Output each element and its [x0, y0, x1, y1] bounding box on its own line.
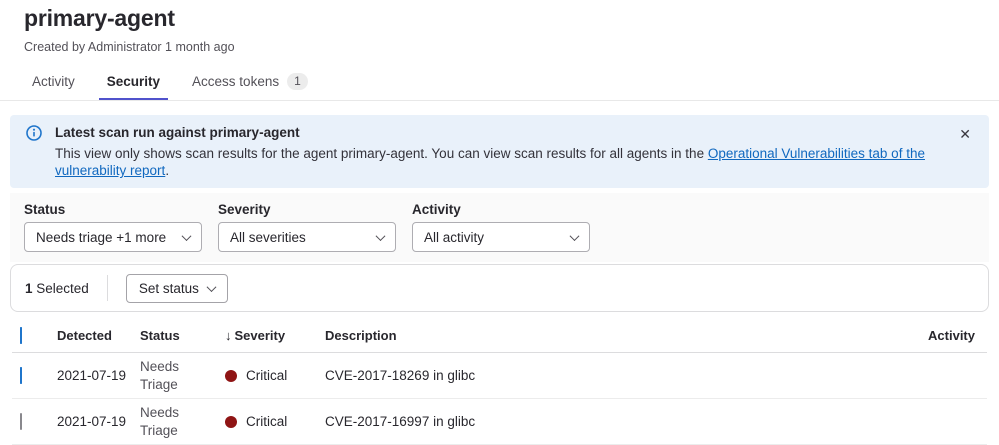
info-icon	[26, 124, 42, 179]
tab-activity[interactable]: Activity	[24, 64, 83, 100]
status-filter-group: Status Needs triage +1 more	[24, 202, 202, 252]
selected-count: 1	[25, 281, 33, 296]
access-tokens-count-badge: 1	[287, 73, 308, 90]
status-cell: Needs Triage	[140, 404, 198, 439]
created-by-text: Created by Administrator 1 month ago	[24, 40, 975, 54]
description-cell[interactable]: CVE-2017-16997 in glibc	[325, 414, 875, 429]
activity-filter-dropdown[interactable]: All activity	[412, 222, 590, 252]
row-checkbox[interactable]	[20, 367, 22, 384]
page-title: primary-agent	[24, 5, 975, 32]
status-filter-label: Status	[24, 202, 202, 218]
severity-filter-group: Severity All severities	[218, 202, 396, 252]
activity-filter-label: Activity	[412, 202, 590, 218]
severity-filter-dropdown[interactable]: All severities	[218, 222, 396, 252]
tab-access-tokens-label: Access tokens	[192, 74, 279, 89]
detected-cell: 2021-07-19	[57, 368, 140, 383]
description-cell[interactable]: CVE-2017-18269 in glibc	[325, 368, 875, 383]
severity-filter-value: All severities	[230, 230, 306, 245]
status-cell: Needs Triage	[140, 358, 198, 393]
column-header-severity[interactable]: ↓Severity	[225, 328, 325, 343]
activity-filter-group: Activity All activity	[412, 202, 590, 252]
severity-critical-icon	[225, 416, 237, 428]
banner-body-prefix: This view only shows scan results for th…	[55, 146, 708, 161]
detected-cell: 2021-07-19	[57, 414, 140, 429]
tab-activity-label: Activity	[32, 74, 75, 89]
chevron-down-icon	[570, 231, 580, 241]
set-status-label: Set status	[139, 281, 199, 296]
tab-security-label: Security	[107, 74, 160, 89]
table-header-row: Detected Status ↓Severity Description Ac…	[12, 317, 987, 353]
severity-label: Critical	[246, 368, 287, 383]
severity-cell: Critical	[225, 368, 325, 383]
severity-label: Critical	[246, 414, 287, 429]
banner-content: Latest scan run against primary-agent Th…	[55, 124, 949, 179]
banner-title: Latest scan run against primary-agent	[55, 124, 949, 141]
divider	[107, 275, 108, 301]
status-filter-value: Needs triage +1 more	[36, 230, 166, 245]
bulk-selection-bar: 1 Selected Set status	[10, 264, 989, 312]
severity-filter-label: Severity	[218, 202, 396, 218]
set-status-button[interactable]: Set status	[126, 274, 228, 303]
select-all-checkbox[interactable]	[20, 327, 22, 344]
column-header-description[interactable]: Description	[325, 328, 875, 343]
info-banner: Latest scan run against primary-agent Th…	[10, 115, 989, 188]
selected-label: Selected	[36, 281, 89, 296]
banner-body-suffix: .	[165, 163, 169, 178]
chevron-down-icon	[206, 282, 216, 292]
activity-filter-value: All activity	[424, 230, 484, 245]
close-icon[interactable]: ✕	[955, 123, 975, 145]
vulnerabilities-table: Detected Status ↓Severity Description Ac…	[12, 317, 987, 445]
severity-critical-icon	[225, 370, 237, 382]
selected-count-text: 1 Selected	[25, 281, 89, 296]
filter-bar: Status Needs triage +1 more Severity All…	[10, 193, 989, 262]
severity-cell: Critical	[225, 414, 325, 429]
table-row: 2021-07-19 Needs Triage Critical CVE-201…	[12, 353, 987, 399]
table-row: 2021-07-19 Needs Triage Critical CVE-201…	[12, 399, 987, 445]
row-checkbox[interactable]	[20, 413, 22, 430]
chevron-down-icon	[182, 231, 192, 241]
tab-bar: Activity Security Access tokens 1	[0, 64, 999, 101]
column-header-status[interactable]: Status	[140, 328, 225, 343]
status-filter-dropdown[interactable]: Needs triage +1 more	[24, 222, 202, 252]
sort-descending-icon: ↓	[225, 328, 232, 343]
column-header-activity[interactable]: Activity	[875, 328, 975, 343]
page-header: primary-agent Created by Administrator 1…	[0, 0, 999, 54]
chevron-down-icon	[376, 231, 386, 241]
tab-access-tokens[interactable]: Access tokens 1	[184, 64, 316, 100]
banner-body: This view only shows scan results for th…	[55, 145, 949, 179]
column-header-detected[interactable]: Detected	[57, 328, 140, 343]
tab-security[interactable]: Security	[99, 64, 168, 100]
